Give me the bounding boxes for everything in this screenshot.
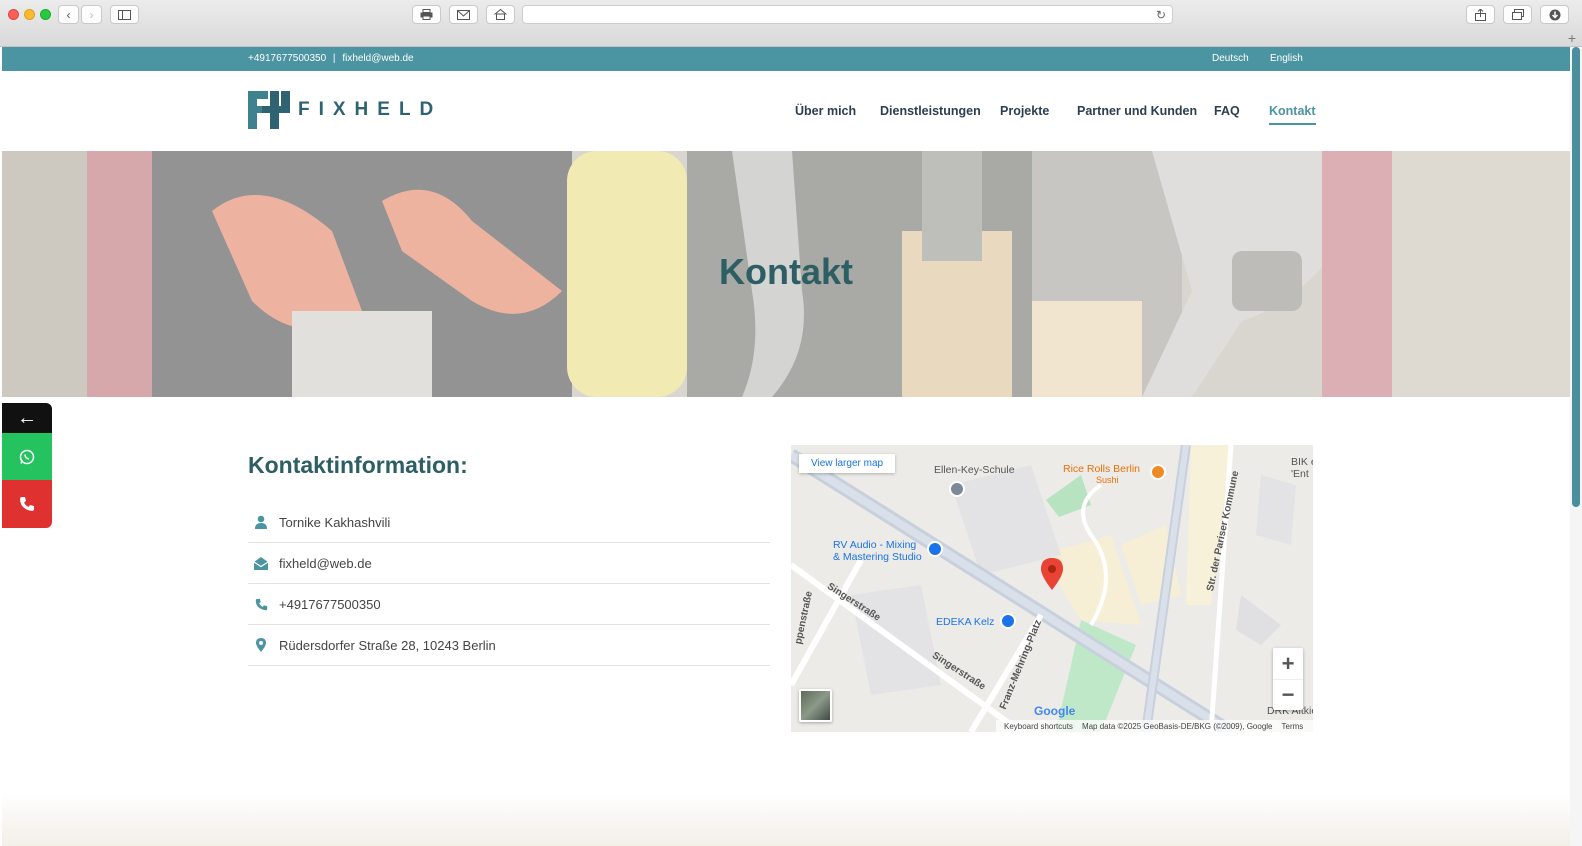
map-footer: Keyboard shortcuts Map data ©2025 GeoBas… (996, 720, 1313, 732)
nav-projekte[interactable]: Projekte (1000, 104, 1049, 118)
satellite-layer-toggle[interactable] (799, 689, 832, 722)
contact-email[interactable]: fixheld@web.de (279, 556, 372, 571)
map-label-bik-1: BIK e (1291, 456, 1313, 468)
top-phone[interactable]: +4917677500350 (248, 53, 326, 64)
sidebar-icon (118, 9, 131, 20)
back-button[interactable]: ‹ (58, 5, 79, 24)
site-header: FIXHELD Über mich Dienstleistungen Proje… (2, 71, 1570, 151)
arrow-left-icon: ← (17, 406, 37, 429)
web-page: +4917677500350 | fixheld@web.de Deutsch … (2, 47, 1570, 846)
studio-marker-icon[interactable] (927, 541, 943, 557)
top-email[interactable]: fixheld@web.de (342, 53, 413, 64)
envelope-icon (457, 9, 470, 20)
google-logo: Google (1034, 704, 1076, 718)
home-button[interactable] (486, 5, 515, 24)
contact-address: Rüdersdorfer Straße 28, 10243 Berlin (279, 637, 496, 653)
page-title: Kontakt (719, 251, 853, 292)
map-label-market: EDEKA Kelz (936, 616, 995, 628)
forward-button[interactable]: › (81, 5, 102, 24)
studio-line-1: RV Audio - Mixing (833, 539, 917, 551)
downloads-button[interactable] (1540, 5, 1569, 24)
lang-english[interactable]: English (1270, 53, 1303, 64)
contact-row-address: Rüdersdorfer Straße 28, 10243 Berlin (248, 625, 770, 666)
share-button[interactable] (1466, 5, 1495, 24)
page-scrollbar[interactable] (1570, 47, 1582, 846)
tabs-button[interactable] (1503, 5, 1532, 24)
view-larger-map-link[interactable]: View larger map (799, 454, 896, 473)
lang-deutsch[interactable]: Deutsch (1212, 53, 1249, 64)
whatsapp-button[interactable] (2, 433, 52, 480)
tabs-icon (1511, 9, 1524, 20)
print-icon (420, 9, 433, 20)
sidebar-button[interactable] (110, 5, 139, 24)
top-contact: +4917677500350 | fixheld@web.de (248, 53, 414, 64)
zoom-controls: + − (1273, 648, 1303, 710)
phone-icon (20, 497, 34, 511)
home-icon (494, 9, 507, 20)
map-label-school: Ellen-Key-Schule (934, 464, 1015, 476)
nav-kontakt[interactable]: Kontakt (1269, 104, 1316, 125)
address-bar[interactable]: ↻ (522, 5, 1173, 24)
nav-partner-und-kunden[interactable]: Partner und Kunden (1077, 104, 1197, 118)
contact-name: Tornike Kakhashvili (279, 514, 391, 530)
new-tab-icon[interactable]: + (1568, 30, 1576, 46)
chevron-right-icon: › (89, 7, 94, 22)
zoom-in-button[interactable]: + (1273, 648, 1303, 679)
map-label-restaurant-sub: Sushi (1096, 475, 1119, 485)
footer-background (2, 792, 1570, 846)
shopping-cart-marker-icon[interactable] (1000, 613, 1016, 629)
location-pin-marker-icon[interactable] (1041, 558, 1063, 590)
site-logo[interactable]: FIXHELD (248, 91, 442, 129)
logo-wordmark: FIXHELD (298, 99, 443, 120)
download-icon (1549, 9, 1560, 20)
map-attribution: Map data ©2025 GeoBasis-DE/BKG (©2009), … (1081, 721, 1273, 731)
google-map[interactable]: View larger map Ellen-Key-Schule Rice Ro… (791, 445, 1313, 732)
contact-info-title: Kontaktinformation: (248, 452, 468, 478)
reload-icon[interactable]: ↻ (1156, 8, 1166, 22)
map-label-restaurant: Rice Rolls Berlin (1063, 463, 1141, 475)
nav-dienstleistungen[interactable]: Dienstleistungen (880, 104, 981, 118)
person-icon (250, 514, 272, 530)
contact-row-name: Tornike Kakhashvili (248, 502, 770, 543)
mail-icon (250, 555, 272, 571)
map-label-bik-2: 'Ent (1291, 468, 1309, 480)
restaurant-marker-icon[interactable] (1150, 464, 1166, 480)
close-window-button[interactable] (8, 9, 19, 20)
print-button[interactable] (412, 5, 441, 24)
scrollbar-thumb[interactable] (1572, 47, 1580, 507)
contact-row-phone: +4917677500350 (248, 584, 770, 625)
chevron-left-icon: ‹ (66, 7, 71, 22)
map-label-studio: RV Audio - Mixing & Mastering Studio (833, 539, 922, 563)
nav-ueber-mich[interactable]: Über mich (795, 104, 856, 118)
separator: | (332, 53, 336, 64)
minimize-window-button[interactable] (24, 9, 35, 20)
collapse-side-button[interactable]: ← (2, 403, 52, 433)
contact-row-email: fixheld@web.de (248, 543, 770, 584)
top-contact-bar: +4917677500350 | fixheld@web.de Deutsch … (2, 47, 1570, 71)
browser-toolbar: ‹ › ↻ + (0, 0, 1582, 47)
studio-line-2: & Mastering Studio (833, 551, 922, 563)
share-icon (1475, 8, 1486, 21)
keyboard-shortcuts-link[interactable]: Keyboard shortcuts (1004, 722, 1073, 731)
school-marker-icon[interactable] (949, 481, 965, 497)
hero-banner: Kontakt (2, 151, 1570, 397)
whatsapp-icon (19, 449, 35, 464)
location-pin-icon (250, 637, 272, 653)
zoom-window-button[interactable] (40, 9, 51, 20)
phone-icon (250, 596, 272, 612)
nav-faq[interactable]: FAQ (1214, 104, 1240, 118)
call-button[interactable] (2, 480, 52, 528)
zoom-out-button[interactable]: − (1273, 679, 1303, 710)
mail-button[interactable] (449, 5, 478, 24)
contact-phone[interactable]: +4917677500350 (279, 597, 381, 612)
fixheld-logo-icon (248, 91, 290, 129)
terms-link[interactable]: Terms (1282, 722, 1304, 731)
